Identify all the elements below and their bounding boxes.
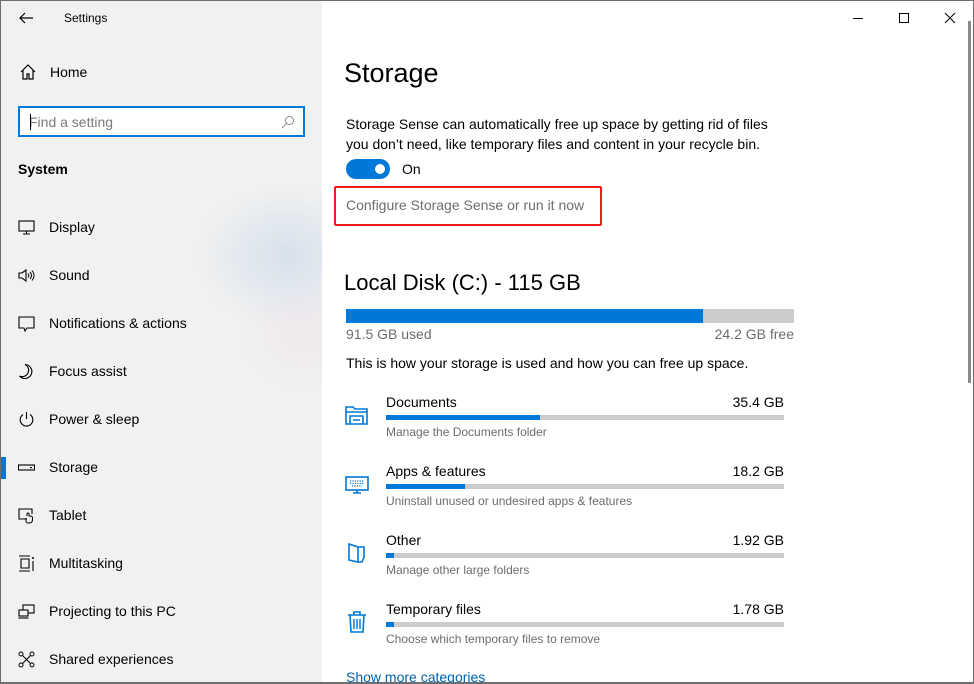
category-name: Apps & features <box>386 463 486 479</box>
app-title: Settings <box>64 11 108 25</box>
page-title: Storage <box>344 58 439 88</box>
disk-usage-bar <box>346 309 794 323</box>
notifications-icon <box>18 316 35 332</box>
back-arrow-icon <box>19 12 33 24</box>
home-icon <box>20 64 36 80</box>
sidebar-item-focus-assist[interactable]: Focus assist <box>1 347 322 395</box>
category-name: Temporary files <box>386 601 481 617</box>
category-bar <box>386 553 784 558</box>
trash-icon <box>348 611 366 633</box>
category-subtitle: Choose which temporary files to remove <box>386 632 601 646</box>
category-bar <box>386 622 784 627</box>
search-icon[interactable] <box>281 115 295 129</box>
category-size: 1.78 GB <box>732 601 784 617</box>
configure-storage-sense-link[interactable]: Configure Storage Sense or run it now <box>346 197 584 213</box>
category-bar-fill <box>386 553 395 558</box>
sidebar-item-power-sleep[interactable]: Power & sleep <box>1 395 322 443</box>
category-apps-features[interactable]: Apps & features 18.2 GB Uninstall unused… <box>344 463 786 523</box>
multitasking-icon <box>19 555 34 572</box>
storage-drive-icon <box>18 464 35 471</box>
sidebar: Settings Home System Display Sound Notif… <box>1 1 322 682</box>
category-size: 1.92 GB <box>732 532 784 548</box>
sidebar-nav: Display Sound Notifications & actions Fo… <box>1 203 322 682</box>
sidebar-item-display[interactable]: Display <box>1 203 322 251</box>
category-bar-fill <box>386 415 541 420</box>
sidebar-item-projecting[interactable]: Projecting to this PC <box>1 587 322 635</box>
disk-title: Local Disk (C:) - 115 GB <box>344 270 581 295</box>
sidebar-item-shared-experiences[interactable]: Shared experiences <box>1 635 322 682</box>
home-label: Home <box>50 64 88 80</box>
sidebar-item-label: Multitasking <box>49 555 123 571</box>
storage-sense-description: Storage Sense can automatically free up … <box>346 116 768 152</box>
category-name: Other <box>386 532 422 548</box>
category-documents[interactable]: Documents 35.4 GB Manage the Documents f… <box>344 394 786 454</box>
sidebar-home[interactable]: Home <box>19 63 87 81</box>
show-more-categories-link[interactable]: Show more categories <box>346 669 485 682</box>
category-size: 35.4 GB <box>732 394 784 410</box>
category-temporary-files[interactable]: Temporary files 1.78 GB Choose which tem… <box>344 601 786 661</box>
sidebar-item-label: Display <box>49 219 95 235</box>
category-subtitle: Manage other large folders <box>386 563 530 577</box>
sidebar-item-label: Shared experiences <box>49 651 174 667</box>
sidebar-item-sound[interactable]: Sound <box>1 251 322 299</box>
sidebar-item-label: Notifications & actions <box>49 315 187 331</box>
usage-description: This is how your storage is used and how… <box>346 355 749 371</box>
settings-window: Settings Home System Display Sound Notif… <box>0 0 974 684</box>
sidebar-item-label: Focus assist <box>49 363 127 379</box>
category-bar <box>386 484 784 489</box>
tablet-icon <box>18 508 33 524</box>
back-button[interactable] <box>15 7 37 29</box>
sidebar-item-label: Power & sleep <box>49 411 140 427</box>
toggle-state-label: On <box>402 161 421 177</box>
moon-icon <box>19 363 33 380</box>
disk-usage-fill <box>346 309 703 323</box>
disk-free-label: 24.2 GB free <box>714 326 794 342</box>
toggle-knob <box>375 164 385 174</box>
sidebar-item-label: Sound <box>49 267 90 283</box>
maximize-icon <box>899 13 909 23</box>
sidebar-item-label: Tablet <box>49 507 87 523</box>
text-caret <box>30 114 31 130</box>
category-size: 18.2 GB <box>732 463 784 479</box>
sound-icon <box>18 268 35 283</box>
display-icon <box>18 220 35 235</box>
sidebar-item-multitasking[interactable]: Multitasking <box>1 539 322 587</box>
close-button[interactable] <box>927 1 973 35</box>
other-folder-icon <box>348 542 365 563</box>
maximize-button[interactable] <box>881 1 927 35</box>
category-bar-fill <box>386 484 466 489</box>
vertical-scrollbar[interactable] <box>968 21 971 383</box>
shared-experiences-icon <box>18 651 35 668</box>
sidebar-item-notifications[interactable]: Notifications & actions <box>1 299 322 347</box>
projecting-icon <box>18 604 35 619</box>
search-input[interactable] <box>20 113 270 130</box>
category-subtitle: Uninstall unused or undesired apps & fea… <box>386 494 633 508</box>
minimize-button[interactable] <box>835 1 881 35</box>
category-other[interactable]: Other 1.92 GB Manage other large folders <box>344 532 786 592</box>
search-box[interactable] <box>18 106 305 137</box>
apps-keyboard-icon <box>345 476 369 494</box>
sidebar-item-storage[interactable]: Storage <box>1 443 322 491</box>
sidebar-item-tablet[interactable]: Tablet <box>1 491 322 539</box>
documents-folder-icon <box>345 406 368 425</box>
close-icon <box>944 12 956 24</box>
category-bar-fill <box>386 622 394 627</box>
power-icon <box>19 412 34 427</box>
disk-used-label: 91.5 GB used <box>346 326 432 342</box>
category-subtitle: Manage the Documents folder <box>386 425 547 439</box>
storage-sense-toggle[interactable] <box>346 159 390 179</box>
main-content: Storage Storage Sense can automatically … <box>322 1 973 682</box>
section-heading-system: System <box>18 161 68 177</box>
sidebar-item-label: Projecting to this PC <box>49 603 176 619</box>
minimize-icon <box>853 18 863 19</box>
sidebar-item-label: Storage <box>49 459 99 475</box>
category-bar <box>386 415 784 420</box>
category-name: Documents <box>386 394 457 410</box>
